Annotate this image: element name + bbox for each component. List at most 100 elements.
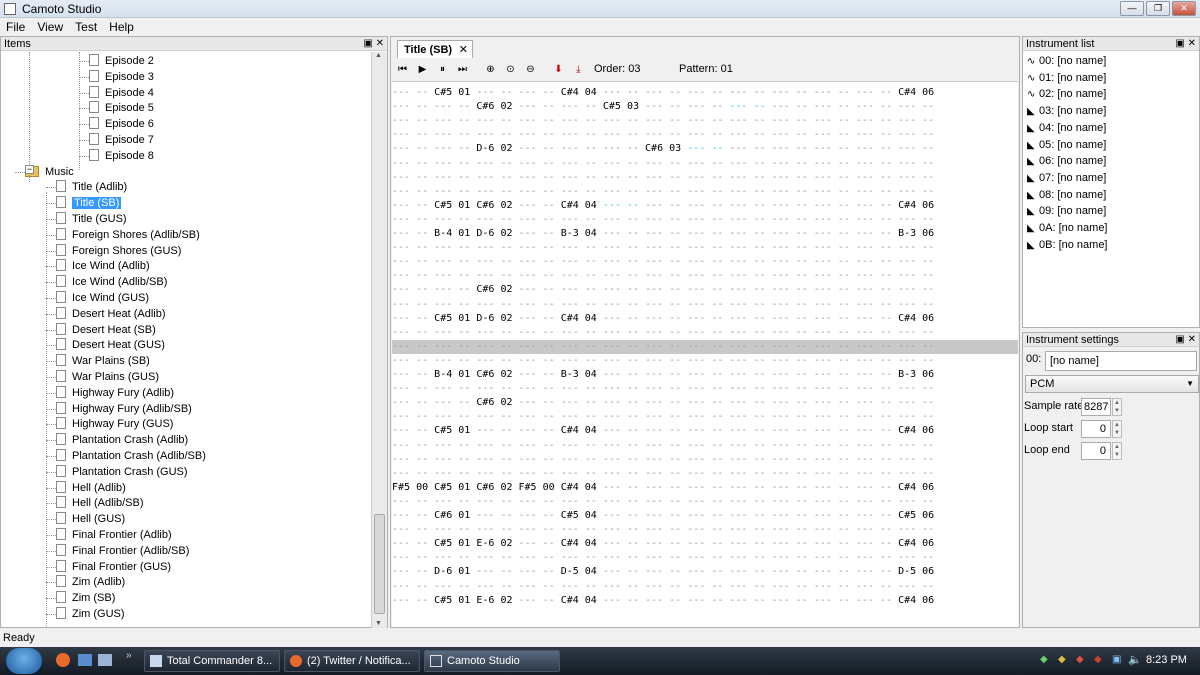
instrument-name-field[interactable]: [no name] [1045,351,1197,371]
close-icon[interactable]: ✕ [1188,334,1196,345]
pattern-row[interactable]: --- -- B-4 01 D-6 02 --- -- B-3 04 --- -… [392,227,1018,241]
tree-item[interactable]: Highway Fury (Adlib/SB) [56,401,192,417]
tree-item[interactable]: Ice Wind (GUS) [56,290,149,306]
close-icon[interactable]: ✕ [376,38,384,49]
pattern-row[interactable]: --- -- --- -- --- -- --- -- --- -- --- -… [392,185,1018,199]
tree-item[interactable]: Episode 7 [89,132,154,148]
instrument-item[interactable]: ∿ 00: [no name] [1027,53,1106,69]
pattern-row[interactable]: --- -- B-4 01 C#6 02 --- -- B-3 04 --- -… [392,368,1018,382]
tree-item[interactable]: Zim (GUS) [56,606,125,622]
tray-icon[interactable]: ◆ [1040,654,1048,665]
pattern-row[interactable]: --- -- --- -- --- -- --- -- --- -- --- -… [392,551,1018,565]
sample-rate-field[interactable]: 8287 [1081,398,1111,416]
tab-close-icon[interactable]: ✕ [459,41,468,59]
switch-windows-icon[interactable] [98,654,112,666]
pattern-row[interactable]: --- -- --- -- C#6 02 --- -- --- -- C#5 0… [392,100,1018,114]
pattern-grid[interactable]: --- -- C#5 01 --- -- --- -- C#4 04 --- -… [392,81,1018,627]
instrument-item[interactable]: ◣ 09: [no name] [1027,203,1106,219]
menu-view[interactable]: View [31,18,69,36]
tree-item[interactable]: Episode 2 [89,53,154,69]
close-icon[interactable]: ✕ [1188,38,1196,49]
tree-item[interactable]: Episode 3 [89,69,154,85]
tree-item[interactable]: War Plains (GUS) [56,369,159,385]
firefox-icon[interactable] [56,653,70,667]
tray-icon[interactable]: ◆ [1058,654,1066,665]
pattern-row[interactable]: --- -- --- -- C#6 02 --- -- --- -- --- -… [392,283,1018,297]
tree-item[interactable]: Episode 8 [89,148,154,164]
pattern-row[interactable]: --- -- --- -- --- -- --- -- --- -- --- -… [392,354,1018,368]
play-icon[interactable]: ▶ [415,63,430,77]
scroll-up-icon[interactable]: ▲ [375,52,382,59]
tree-item[interactable]: Hell (GUS) [56,511,125,527]
chevron-right-icon[interactable]: » [126,650,132,661]
pattern-row[interactable]: --- -- --- -- --- -- --- -- --- -- --- -… [392,213,1018,227]
network-icon[interactable]: ▣ [1112,654,1121,665]
minimize-button[interactable]: — [1120,1,1144,16]
pattern-row[interactable]: --- -- --- -- --- -- --- -- --- -- --- -… [392,339,1018,354]
tree-item[interactable]: Episode 6 [89,116,154,132]
tree-item[interactable]: Title (Adlib) [56,179,127,195]
pattern-row[interactable]: --- -- C#5 01 --- -- --- -- C#4 04 --- -… [392,86,1018,100]
tree-item[interactable]: Plantation Crash (Adlib/SB) [56,448,206,464]
close-button[interactable]: ✕ [1172,1,1196,16]
tray-icon[interactable]: ◆ [1076,654,1084,665]
pattern-row[interactable]: --- -- --- -- --- -- --- -- --- -- --- -… [392,580,1018,594]
loop-start-field[interactable]: 0 [1081,420,1111,438]
tree-item[interactable]: Highway Fury (Adlib) [56,385,174,401]
pattern-row[interactable]: --- -- --- -- C#6 02 --- -- --- -- --- -… [392,396,1018,410]
pattern-row[interactable]: --- -- D-6 01 --- -- --- -- D-5 04 --- -… [392,565,1018,579]
tree-item[interactable]: Desert Heat (GUS) [56,337,165,353]
instrument-item[interactable]: ◣ 05: [no name] [1027,137,1106,153]
pattern-row[interactable]: --- -- --- -- --- -- --- -- --- -- --- -… [392,255,1018,269]
start-button[interactable] [6,648,42,674]
loop-start-stepper[interactable]: ▲ ▼ [1112,420,1122,438]
pattern-row[interactable]: --- -- --- -- --- -- --- -- --- -- --- -… [392,382,1018,396]
pattern-row[interactable]: --- -- --- -- --- -- --- -- --- -- --- -… [392,157,1018,171]
tree-item[interactable]: Zim (Adlib) [56,574,125,590]
tree-item[interactable]: Desert Heat (Adlib) [56,306,166,322]
tree-item[interactable]: Foreign Shores (GUS) [56,243,181,259]
pattern-row[interactable]: --- -- --- -- --- -- --- -- --- -- --- -… [392,171,1018,185]
tree-item[interactable]: Foreign Shores (Adlib/SB) [56,227,200,243]
tree-item[interactable]: Plantation Crash (GUS) [56,464,188,480]
float-icon[interactable]: ▣ [1175,334,1184,345]
tree-item[interactable]: War Plains (SB) [56,353,150,369]
task-camoto-studio[interactable]: Camoto Studio [424,650,560,672]
instrument-item[interactable]: ◣ 07: [no name] [1027,170,1106,186]
tree-item[interactable]: Title (SB) [56,195,122,211]
instrument-item[interactable]: ∿ 01: [no name] [1027,70,1106,86]
tree-item[interactable]: Hell (Adlib) [56,480,126,496]
items-scrollbar[interactable]: ▲ ▼ [371,52,387,628]
zoom-out-icon[interactable]: ⊖ [523,63,538,77]
tree-item[interactable]: Episode 5 [89,100,154,116]
pattern-row[interactable]: --- -- --- -- D-6 02 --- -- --- -- --- -… [392,142,1018,156]
pattern-row[interactable]: --- -- --- -- --- -- --- -- --- -- --- -… [392,453,1018,467]
clock[interactable]: 8:23 PM [1146,654,1187,666]
tree-item[interactable]: Ice Wind (Adlib) [56,258,150,274]
pattern-row[interactable]: --- -- C#5 01 E-6 02 --- -- C#4 04 --- -… [392,594,1018,608]
tree-item[interactable]: Final Frontier (GUS) [56,559,171,575]
tree-item[interactable]: Desert Heat (SB) [56,322,156,338]
pattern-row[interactable]: --- -- C#5 01 E-6 02 --- -- C#4 04 --- -… [392,537,1018,551]
pattern-row[interactable]: --- -- --- -- --- -- --- -- --- -- --- -… [392,114,1018,128]
pattern-row[interactable]: --- -- --- -- --- -- --- -- --- -- --- -… [392,495,1018,509]
menu-help[interactable]: Help [103,18,140,36]
tree-item[interactable]: Final Frontier (Adlib/SB) [56,543,189,559]
instrument-item[interactable]: ◣ 08: [no name] [1027,187,1106,203]
pattern-row[interactable]: --- -- --- -- --- -- --- -- --- -- --- -… [392,298,1018,312]
pattern-row[interactable]: --- -- --- -- --- -- --- -- --- -- --- -… [392,128,1018,142]
scroll-down-icon[interactable]: ▼ [375,620,382,627]
pattern-row[interactable]: --- -- C#5 01 --- -- --- -- C#4 04 --- -… [392,424,1018,438]
tray-icon[interactable]: ◆ [1094,654,1102,665]
sample-rate-stepper[interactable]: ▲ ▼ [1112,398,1122,416]
pause-icon[interactable]: ⏸ [435,63,450,77]
tree-item[interactable]: Final Frontier (Adlib) [56,527,172,543]
collapse-icon[interactable]: − [25,165,34,174]
pattern-row[interactable]: --- -- C#5 01 D-6 02 --- -- C#4 04 --- -… [392,312,1018,326]
instrument-item[interactable]: ◣ 06: [no name] [1027,153,1106,169]
instrument-item[interactable]: ∿ 02: [no name] [1027,86,1106,102]
zoom-in-icon[interactable]: ⊕ [483,63,498,77]
tree-item[interactable]: Episode 4 [89,85,154,101]
loop-end-field[interactable]: 0 [1081,442,1111,460]
tree-item[interactable]: Ice Wind (Adlib/SB) [56,274,167,290]
